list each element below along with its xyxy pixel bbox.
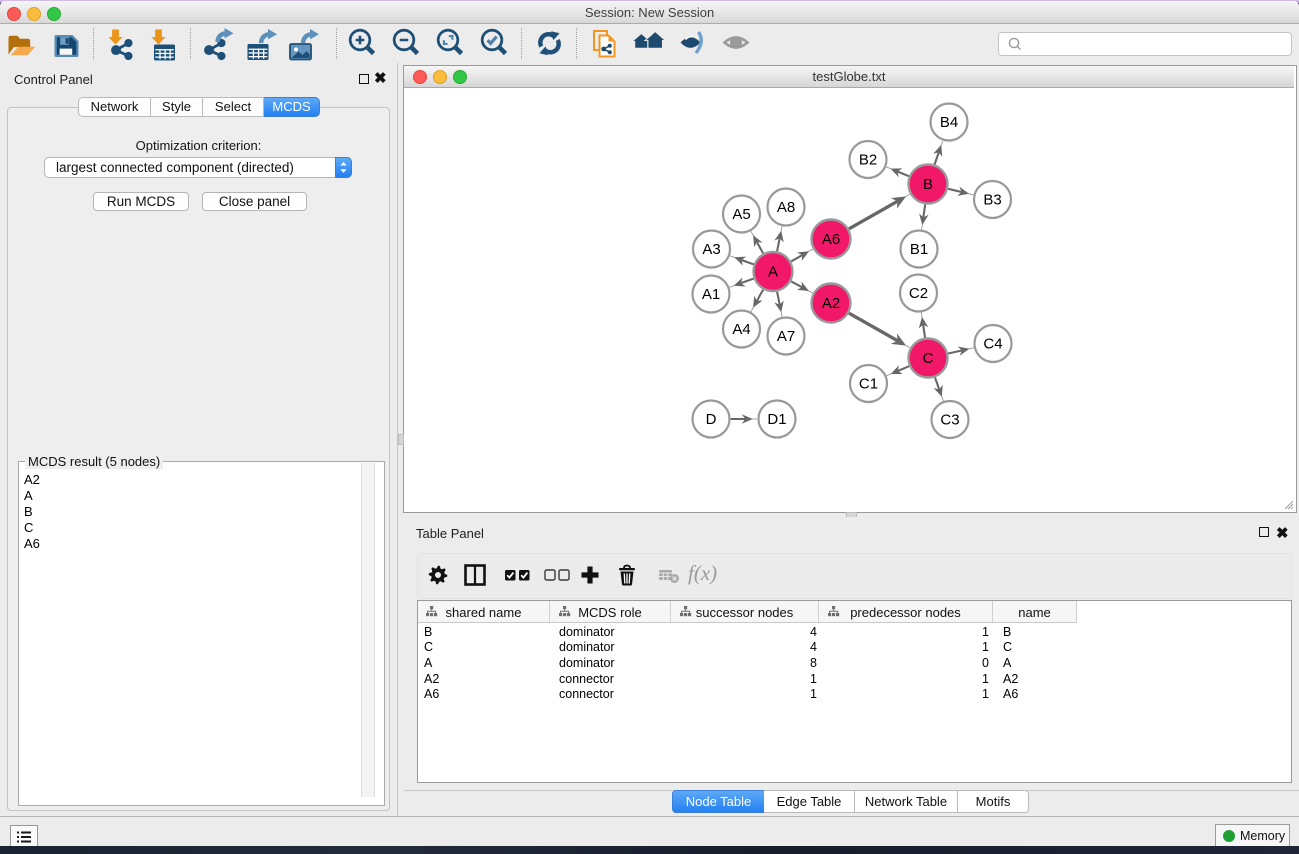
svg-text:A1: A1 bbox=[702, 286, 720, 303]
svg-text:B2: B2 bbox=[859, 152, 877, 169]
svg-text:C2: C2 bbox=[909, 285, 928, 302]
svg-text:C: C bbox=[923, 350, 934, 367]
svg-text:B4: B4 bbox=[940, 114, 958, 131]
svg-text:C3: C3 bbox=[940, 412, 959, 429]
svg-text:A4: A4 bbox=[732, 321, 750, 338]
svg-text:A: A bbox=[768, 264, 778, 281]
svg-text:B: B bbox=[923, 176, 933, 193]
svg-text:B1: B1 bbox=[910, 241, 928, 258]
svg-text:D1: D1 bbox=[767, 411, 786, 428]
svg-text:C1: C1 bbox=[859, 376, 878, 393]
svg-text:Memory: Memory bbox=[1240, 829, 1286, 843]
svg-text:A3: A3 bbox=[702, 241, 720, 258]
svg-text:A2: A2 bbox=[822, 295, 840, 312]
svg-text:A6: A6 bbox=[822, 231, 840, 248]
svg-text:C4: C4 bbox=[983, 336, 1002, 353]
svg-text:A8: A8 bbox=[777, 199, 795, 216]
svg-text:D: D bbox=[706, 411, 717, 428]
svg-text:A7: A7 bbox=[777, 328, 795, 345]
svg-text:A5: A5 bbox=[732, 206, 750, 223]
svg-text:B3: B3 bbox=[983, 192, 1001, 209]
